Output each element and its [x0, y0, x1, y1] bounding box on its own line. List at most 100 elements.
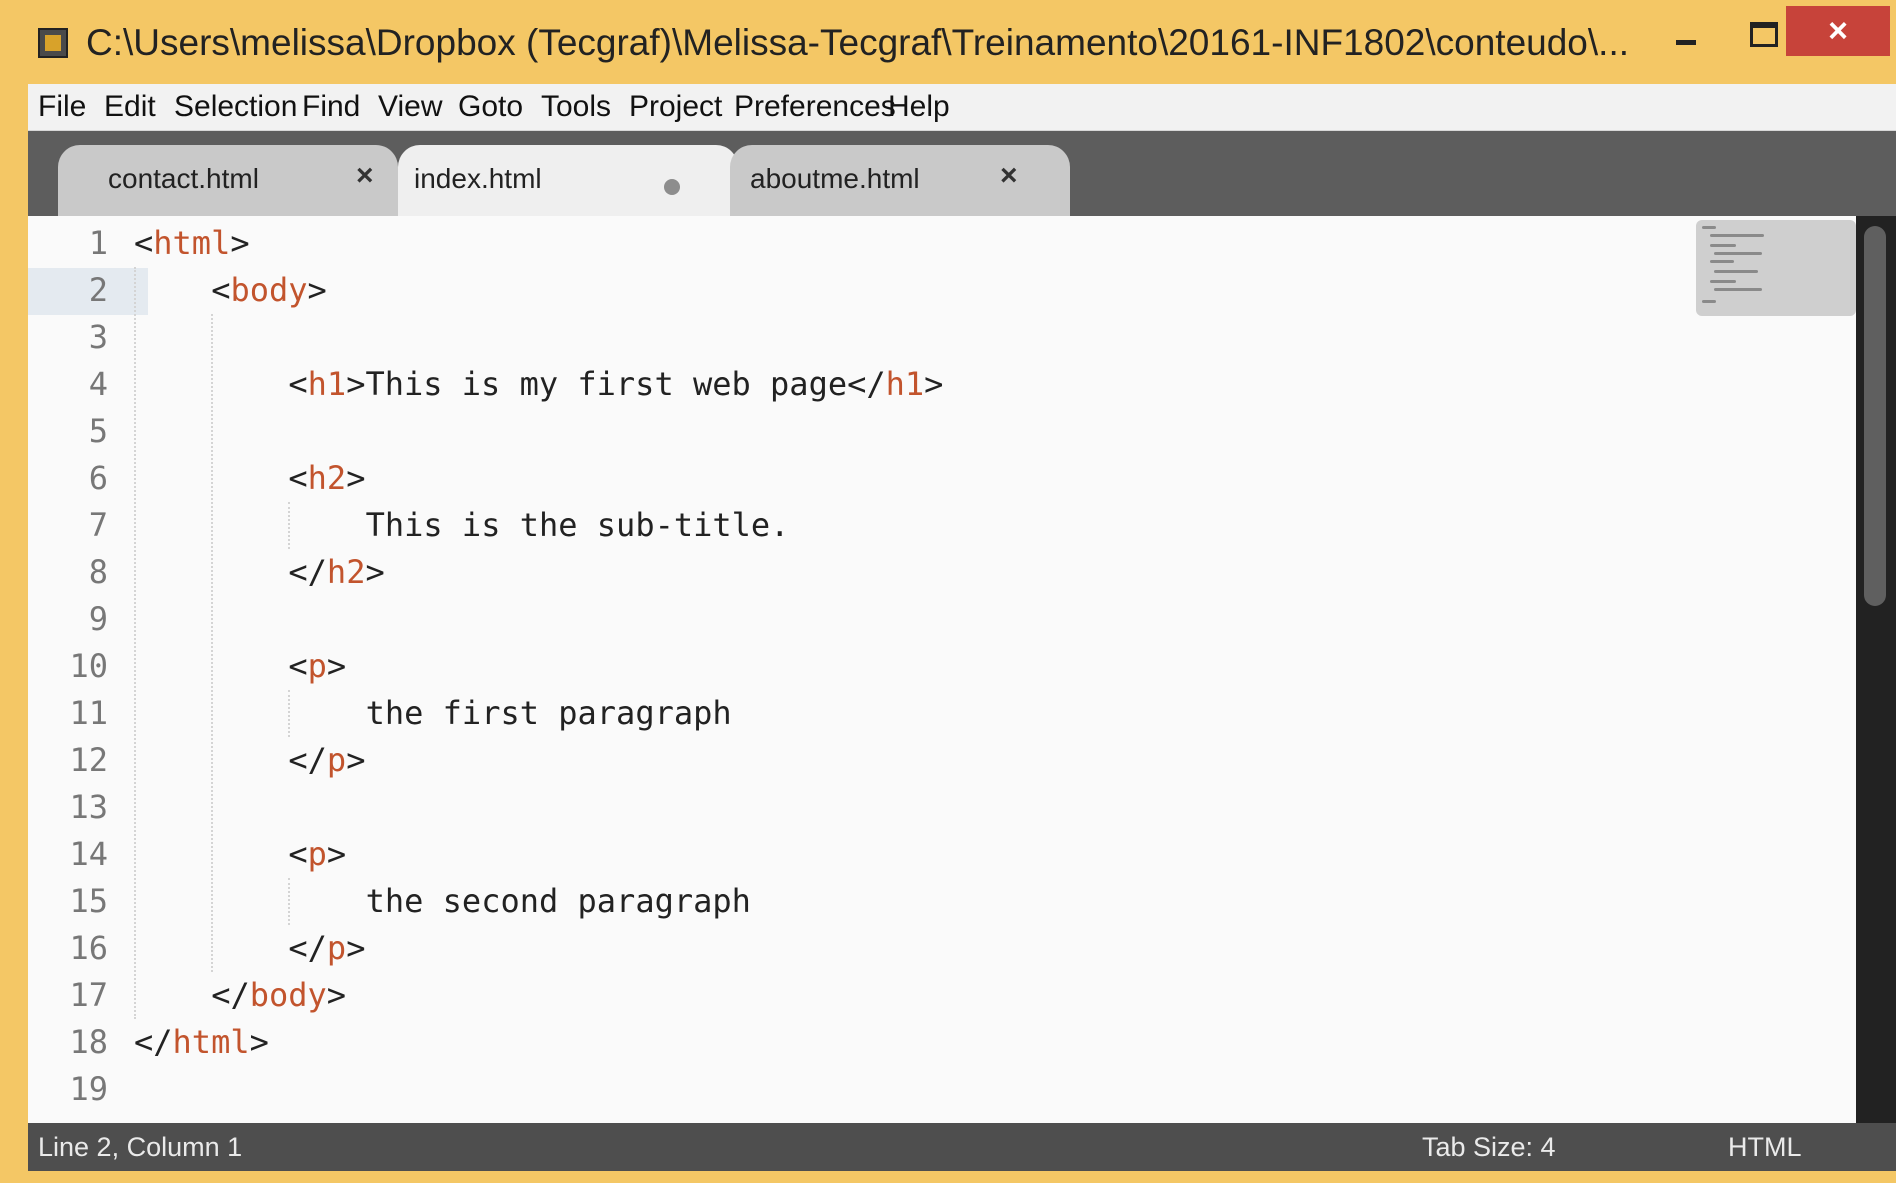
tag-name: p [326, 741, 347, 779]
code-text: the first paragraph [365, 694, 732, 732]
tag-name: h1 [885, 365, 925, 403]
indent-guide [288, 690, 291, 737]
menu-tools[interactable]: Tools [541, 84, 611, 130]
menu-file[interactable]: File [38, 84, 86, 130]
menu-goto[interactable]: Goto [458, 84, 523, 130]
tab-contact-html[interactable]: contact.html × [58, 145, 398, 216]
code-text: This is the sub-title. [365, 506, 790, 544]
tab-size-indicator[interactable]: Tab Size: 4 [1422, 1123, 1556, 1171]
tag-name: html [172, 1023, 250, 1061]
line-number: 9 [88, 600, 108, 638]
status-bar: Line 2, Column 1 Tab Size: 4 HTML [28, 1123, 1896, 1171]
line-number: 17 [69, 976, 108, 1014]
app-icon[interactable] [38, 28, 68, 58]
tab-label: index.html [414, 163, 542, 194]
code-text: > [249, 1023, 269, 1061]
code-text: </ [288, 741, 327, 779]
code-text: > [326, 976, 347, 1014]
code-text: < [288, 647, 308, 685]
code-text: </ [211, 976, 250, 1014]
line-number: 2 [88, 271, 108, 309]
tag-name: p [307, 647, 327, 685]
code-line[interactable]: <body> [211, 267, 327, 314]
code-text: </ [288, 553, 327, 591]
code-editor[interactable]: 1 2 3 4 5 6 7 8 9 10 11 12 13 14 15 16 17 18 19 <html> <bod… [28, 216, 1896, 1123]
code-text: > [326, 835, 347, 873]
code-text: > [365, 553, 385, 591]
menu-preferences[interactable]: Preferences [734, 84, 896, 130]
line-number: 19 [69, 1070, 108, 1108]
tag-name: p [307, 835, 327, 873]
code-line[interactable]: <p> [288, 831, 346, 878]
minimize-button[interactable] [1654, 6, 1716, 56]
line-number: 13 [69, 788, 108, 826]
code-line[interactable]: </h2> [288, 549, 384, 596]
cursor-position[interactable]: Line 2, Column 1 [38, 1123, 242, 1171]
code-line[interactable]: </html> [134, 1019, 269, 1066]
code-line[interactable]: <h1>This is my first web page</h1> [288, 361, 943, 408]
tag-name: html [153, 224, 231, 262]
code-text: </ [134, 1023, 173, 1061]
menu-selection[interactable]: Selection [174, 84, 297, 130]
code-line[interactable]: <h2> [288, 455, 365, 502]
line-number: 5 [88, 412, 108, 450]
close-tab-icon[interactable]: × [356, 159, 374, 193]
tag-name: body [230, 271, 308, 309]
code-text: the second paragraph [365, 882, 751, 920]
menu-project[interactable]: Project [629, 84, 722, 130]
menu-view[interactable]: View [378, 84, 442, 130]
close-tab-icon[interactable]: × [1000, 159, 1018, 193]
code-line[interactable]: the first paragraph [366, 690, 732, 737]
code-line[interactable]: </body> [211, 972, 346, 1019]
code-text: </ [288, 929, 327, 967]
menu-find[interactable]: Find [302, 84, 360, 130]
line-number: 4 [88, 365, 108, 403]
line-number: 11 [69, 694, 108, 732]
tag-name: h2 [326, 553, 366, 591]
maximize-button[interactable] [1730, 6, 1792, 56]
code-text: > [346, 929, 366, 967]
code-text: > [326, 647, 347, 685]
menu-help[interactable]: Help [888, 84, 950, 130]
code-text: > [924, 365, 944, 403]
code-line[interactable]: <p> [288, 643, 346, 690]
menu-bar: File Edit Selection Find View Goto Tools… [28, 84, 1896, 131]
line-number: 3 [88, 318, 108, 356]
tab-index-html[interactable]: index.html [398, 145, 738, 216]
tab-strip: contact.html × index.html aboutme.html × [28, 131, 1896, 216]
syntax-indicator[interactable]: HTML [1728, 1123, 1802, 1171]
code-text: < [134, 224, 154, 262]
menu-edit[interactable]: Edit [104, 84, 156, 130]
line-number-gutter[interactable]: 1 2 3 4 5 6 7 8 9 10 11 12 13 14 15 16 17 18 19 [28, 216, 148, 1123]
line-number: 1 [88, 224, 108, 262]
unsaved-dot-icon[interactable] [664, 179, 680, 195]
vertical-scrollbar[interactable] [1856, 216, 1896, 1123]
code-text: < [288, 835, 308, 873]
line-number: 10 [69, 647, 108, 685]
close-button[interactable]: × [1786, 6, 1890, 56]
code-text: > [230, 224, 250, 262]
indent-guide [134, 267, 136, 1019]
window-title: C:\Users\melissa\Dropbox (Tecgraf)\Melis… [86, 22, 1629, 63]
code-text: < [288, 365, 308, 403]
line-number: 14 [69, 835, 108, 873]
title-bar[interactable]: C:\Users\melissa\Dropbox (Tecgraf)\Melis… [0, 0, 1896, 80]
code-line[interactable]: </p> [288, 737, 365, 784]
code-line[interactable]: <html> [134, 220, 250, 267]
tag-name: body [249, 976, 327, 1014]
line-number: 7 [88, 506, 108, 544]
line-number: 12 [69, 741, 108, 779]
tag-name: h2 [307, 459, 347, 497]
indent-guide [288, 878, 291, 925]
minimap[interactable] [1696, 220, 1856, 316]
line-number: 6 [88, 459, 108, 497]
code-line[interactable]: </p> [288, 925, 365, 972]
code-text: > [307, 271, 327, 309]
code-line[interactable]: This is the sub-title. [366, 502, 790, 549]
tab-aboutme-html[interactable]: aboutme.html × [730, 145, 1070, 216]
tab-label: aboutme.html [750, 163, 920, 194]
scrollbar-thumb[interactable] [1864, 226, 1886, 606]
code-text: < [288, 459, 308, 497]
tag-name: h1 [307, 365, 347, 403]
code-line[interactable]: the second paragraph [366, 878, 751, 925]
